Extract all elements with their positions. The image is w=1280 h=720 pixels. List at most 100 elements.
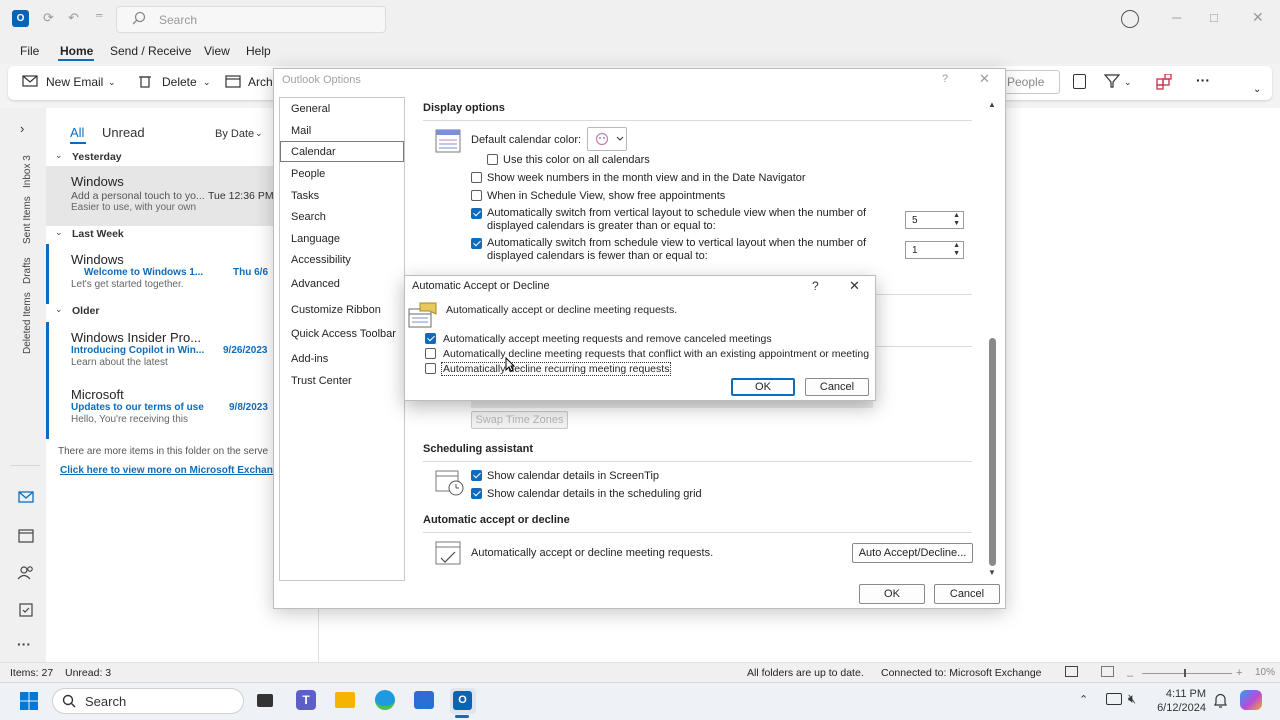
auto-switch-vertical-spinner[interactable]: 1 ▲ ▼ [905,241,964,259]
collapse-group-icon[interactable]: ⌄ [55,227,63,238]
zoom-in-button[interactable]: + [1236,667,1242,679]
message-item[interactable]: Windows Add a personal touch to yo... Tu… [46,166,276,226]
account-avatar-icon[interactable] [1121,10,1139,28]
auto-accept-decline-button[interactable]: Auto Accept/Decline... [852,543,973,563]
view-more-link[interactable]: Click here to view more on Microsoft Exc… [60,465,279,476]
delete-button[interactable]: Delete [162,75,197,89]
zoom-slider-thumb[interactable] [1184,669,1186,677]
scroll-up-arrow[interactable]: ▲ [988,100,996,109]
notifications-icon[interactable] [1214,692,1227,708]
nav-tasks[interactable]: Tasks [291,190,319,202]
nav-accessibility[interactable]: Accessibility [291,254,351,266]
zoom-level[interactable]: 10% [1255,667,1275,678]
chevron-down-icon[interactable]: ⌄ [203,77,211,88]
tab-unread[interactable]: Unread [102,125,145,140]
maximize-button[interactable]: □ [1210,10,1218,25]
aad-decline-recurring-checkbox[interactable] [425,363,436,374]
aad-decline-conflict-checkbox[interactable] [425,348,436,359]
options-cancel-button[interactable]: Cancel [934,584,1000,604]
use-color-all-checkbox[interactable] [487,154,498,165]
menu-home[interactable]: Home [60,44,93,58]
undo-icon[interactable]: ↶ [68,10,79,26]
show-hidden-icons-icon[interactable]: ⌃ [1079,693,1088,706]
taskbar-date[interactable]: 6/12/2024 [1146,702,1206,714]
collapse-group-icon[interactable]: ⌄ [55,150,63,161]
rail-folder-inbox[interactable]: Inbox 3 [22,155,33,188]
rail-folder-drafts[interactable]: Drafts [22,257,33,284]
scroll-down-arrow[interactable]: ▼ [988,568,996,577]
chevron-down-icon[interactable]: ⌄ [108,77,116,88]
windows-start-icon[interactable] [20,692,38,710]
taskbar-time[interactable]: 4:11 PM [1156,688,1206,700]
rail-folder-sent[interactable]: Sent Items [22,196,33,244]
auto-switch-schedule-checkbox[interactable] [471,208,482,219]
message-item[interactable]: Windows Insider Pro... Introducing Copil… [46,322,276,382]
mail-icon[interactable] [18,491,34,503]
chevron-down-icon[interactable]: ⌄ [255,128,263,139]
expand-folder-pane-icon[interactable]: › [20,121,24,136]
menu-view[interactable]: View [204,44,230,58]
nav-calendar[interactable]: Calendar [291,146,336,158]
nav-mail[interactable]: Mail [291,125,311,137]
schedule-free-checkbox[interactable] [471,190,482,201]
address-book-icon[interactable] [1073,74,1086,89]
chevron-down-icon[interactable]: ⌄ [1124,77,1132,88]
message-item[interactable]: Windows Welcome to Windows 1... Thu 6/6 … [46,244,276,304]
store-icon[interactable] [414,691,434,709]
aad-close-button[interactable]: ✕ [849,278,860,294]
aad-cancel-button[interactable]: Cancel [805,378,869,396]
week-numbers-checkbox[interactable] [471,172,482,183]
spinner-arrows-icon[interactable]: ▲ ▼ [953,242,960,258]
calendar-color-picker[interactable] [587,127,627,151]
menu-help[interactable]: Help [246,44,271,58]
volume-icon[interactable]: 🔇︎ [1128,691,1136,707]
aad-accept-checkbox[interactable] [425,333,436,344]
scrollbar-thumb[interactable] [989,338,996,566]
collapse-group-icon[interactable]: ⌄ [55,304,63,315]
file-explorer-icon[interactable] [335,692,355,708]
options-ok-button[interactable]: OK [859,584,925,604]
taskbar-search[interactable]: Search [52,688,244,714]
zoom-slider[interactable] [1142,673,1232,674]
network-icon[interactable] [1106,693,1122,705]
copilot-icon[interactable] [1240,690,1262,710]
nav-language[interactable]: Language [291,233,340,245]
aad-help-button[interactable]: ? [812,279,819,293]
search-input[interactable]: Search [116,6,386,33]
teams-icon[interactable]: T [296,690,316,710]
calendar-icon[interactable] [18,528,34,543]
zoom-out-button[interactable]: – [1127,670,1133,682]
aad-ok-button[interactable]: OK [731,378,795,396]
sort-by-date[interactable]: By Date [215,128,254,140]
nav-search[interactable]: Search [291,211,326,223]
nav-customize-ribbon[interactable]: Customize Ribbon [291,304,381,316]
minimize-button[interactable]: ─ [1172,10,1181,25]
tab-all[interactable]: All [70,125,84,140]
menu-file[interactable]: File [20,44,39,58]
rail-folder-deleted[interactable]: Deleted Items [22,292,33,354]
apps-icon[interactable] [1156,74,1172,90]
reading-view-icon[interactable] [1101,666,1114,677]
more-apps-icon[interactable]: ··· [17,636,31,652]
show-details-grid-checkbox[interactable] [471,488,482,499]
chevron-down-icon[interactable]: ⌄ [1253,84,1261,95]
close-dialog-button[interactable]: ✕ [979,71,990,87]
people-icon[interactable] [17,565,35,580]
auto-switch-schedule-spinner[interactable]: 5 ▲ ▼ [905,211,964,229]
help-button[interactable]: ? [942,73,948,85]
sync-icon[interactable]: ⟳ [43,10,54,26]
nav-people[interactable]: People [291,168,325,180]
close-window-button[interactable]: ✕ [1252,9,1264,26]
nav-advanced[interactable]: Advanced [291,278,340,290]
quick-access-dropdown-icon[interactable]: ═ [96,10,102,20]
nav-quick-access-toolbar[interactable]: Quick Access Toolbar [291,328,396,340]
archive-button[interactable]: Arch [248,75,273,89]
nav-general[interactable]: General [291,103,330,115]
message-item[interactable]: Microsoft Updates to our terms of use 9/… [46,379,276,439]
spinner-arrows-icon[interactable]: ▲ ▼ [953,212,960,228]
tasks-icon[interactable] [19,602,33,617]
filter-icon[interactable] [1104,74,1120,88]
auto-switch-vertical-checkbox[interactable] [471,238,482,249]
nav-add-ins[interactable]: Add-ins [291,353,328,365]
normal-view-icon[interactable] [1065,666,1078,677]
